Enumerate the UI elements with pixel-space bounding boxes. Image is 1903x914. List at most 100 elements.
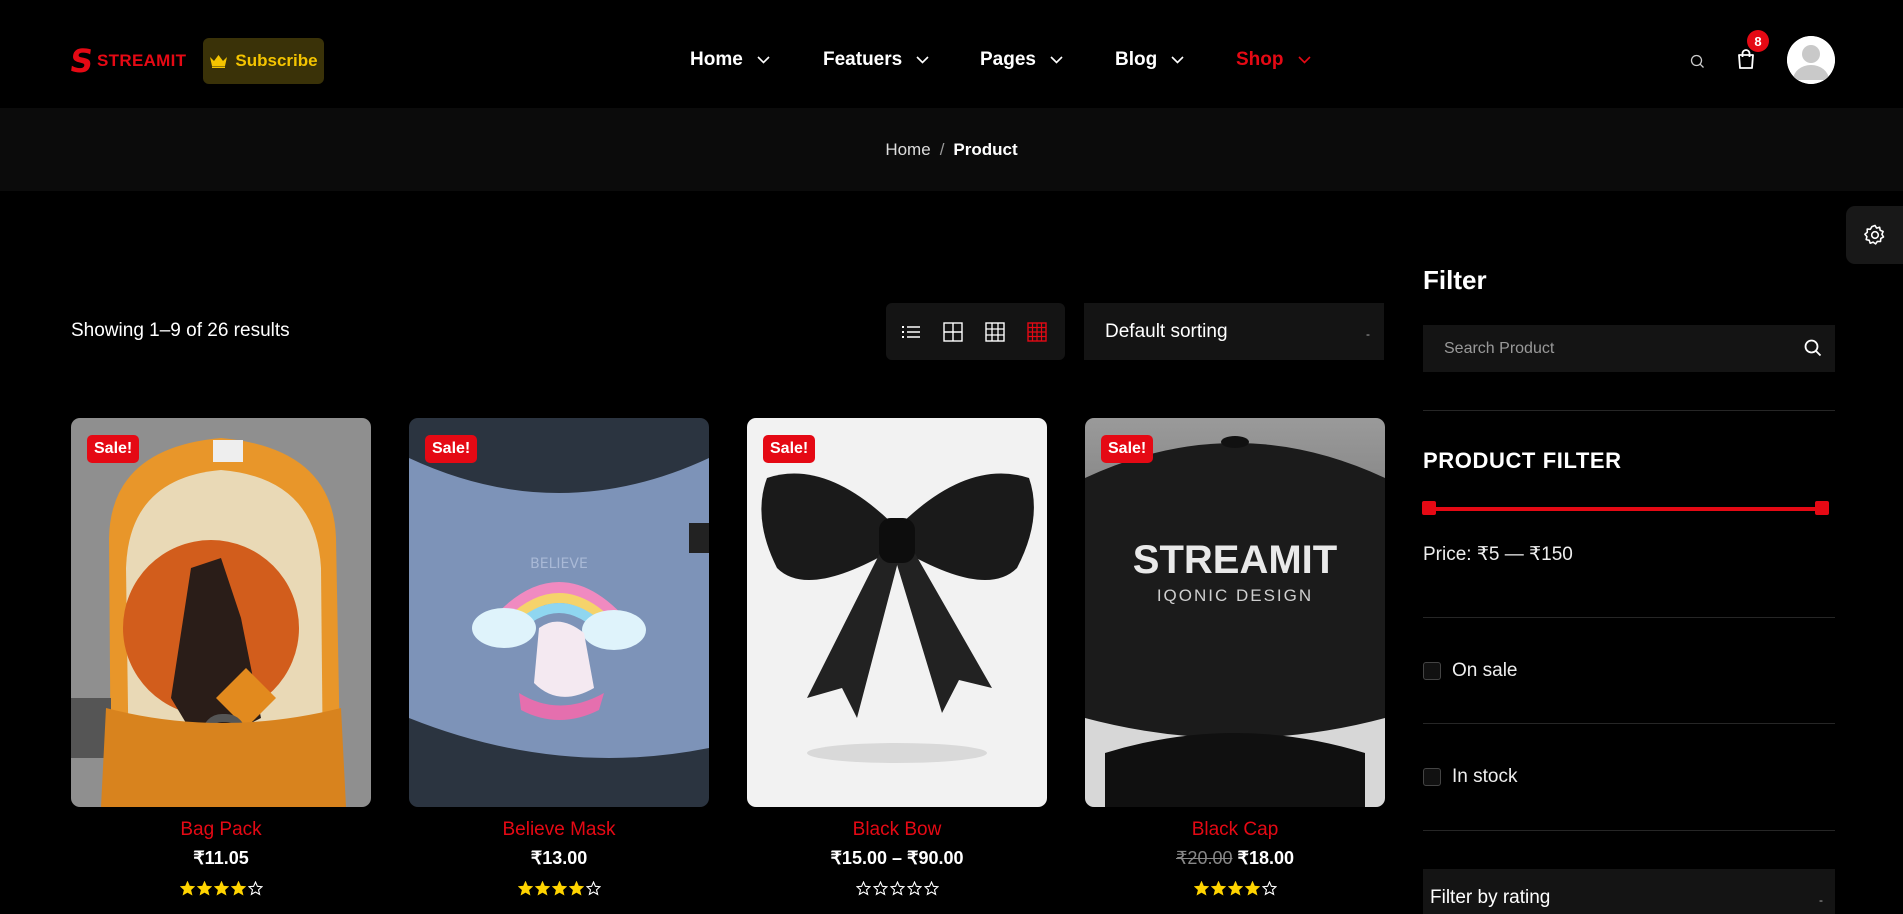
checkbox[interactable]: [1423, 662, 1441, 680]
backpack-image: [71, 418, 371, 807]
star-empty-icon: [889, 881, 905, 896]
product-price: ₹11.05: [71, 848, 371, 869]
on-sale-label: On sale: [1452, 660, 1518, 681]
filter-heading: Filter: [1423, 265, 1487, 295]
nav-label: Blog: [1115, 49, 1158, 70]
sale-badge: Sale!: [1101, 435, 1154, 463]
star-empty-icon: [1261, 881, 1277, 896]
star-filled-icon: [230, 881, 246, 896]
product-name[interactable]: Bag Pack: [71, 819, 371, 841]
product-image[interactable]: Sale!: [71, 418, 371, 807]
price-slider-track[interactable]: [1428, 507, 1824, 511]
current-price: ₹15.00 – ₹90.00: [830, 848, 964, 868]
divider: [1423, 723, 1835, 724]
star-rating: [409, 881, 709, 896]
star-empty-icon: [923, 881, 939, 896]
old-price: ₹20.00: [1175, 848, 1233, 868]
sort-dropdown-value: Default sorting: [1105, 320, 1228, 342]
nav-item-home[interactable]: Home: [690, 49, 771, 71]
star-rating: [71, 881, 371, 896]
chevron-down-icon: [1171, 56, 1184, 64]
chevron-down-icon: [757, 56, 770, 64]
product-name[interactable]: Believe Mask: [409, 819, 709, 841]
star-filled-icon: [196, 881, 212, 896]
star-empty-icon: [585, 881, 601, 896]
nav-item-featuers[interactable]: Featuers: [823, 49, 930, 71]
chevron-down-icon: -: [1366, 327, 1370, 341]
subscribe-label: Subscribe: [235, 51, 318, 70]
product-card[interactable]: Sale! Bag Pack ₹11.05: [71, 418, 371, 896]
star-empty-icon: [247, 881, 263, 896]
results-count: Showing 1–9 of 26 results: [71, 320, 290, 341]
product-price: ₹15.00 – ₹90.00: [747, 848, 1047, 869]
star-empty-icon: [855, 881, 871, 896]
filter-by-rating-dropdown[interactable]: Filter by rating -: [1423, 869, 1835, 914]
cart-count-badge: 8: [1747, 30, 1769, 52]
in-stock-filter[interactable]: In stock: [1423, 766, 1517, 788]
settings-panel-toggle[interactable]: [1846, 206, 1903, 264]
list-view-icon[interactable]: [901, 322, 921, 342]
star-filled-icon: [1227, 881, 1243, 896]
breadcrumb-home-link[interactable]: Home: [885, 140, 930, 160]
cap-image: STREAMIT IQONIC DESIGN: [1085, 418, 1385, 807]
price-slider-max-handle[interactable]: [1815, 501, 1829, 515]
sale-badge: Sale!: [87, 435, 140, 463]
product-card[interactable]: BELIEVE Sale! Believe Mask ₹13.00: [409, 418, 709, 896]
product-name[interactable]: Black Bow: [747, 819, 1047, 841]
mask-image: BELIEVE: [409, 418, 709, 807]
logo-text: STREAMIT: [97, 51, 187, 70]
divider: [1423, 830, 1835, 831]
sort-dropdown[interactable]: Default sorting -: [1084, 303, 1384, 360]
grid-4-view-icon[interactable]: [1027, 322, 1047, 342]
product-image[interactable]: STREAMIT IQONIC DESIGN Sale!: [1085, 418, 1385, 807]
nav-item-blog[interactable]: Blog: [1115, 49, 1185, 71]
rating-dropdown-label: Filter by rating: [1430, 886, 1551, 908]
on-sale-filter[interactable]: On sale: [1423, 660, 1517, 682]
star-filled-icon: [213, 881, 229, 896]
nav-item-pages[interactable]: Pages: [980, 49, 1064, 71]
cap-print-title: STREAMIT: [1133, 538, 1337, 582]
chevron-down-icon: [1050, 56, 1063, 64]
gear-icon: [1863, 224, 1884, 245]
subscribe-button[interactable]: Subscribe: [203, 38, 324, 84]
product-image[interactable]: Sale!: [747, 418, 1047, 807]
star-filled-icon: [517, 881, 533, 896]
current-price: ₹18.00: [1237, 848, 1295, 868]
product-card[interactable]: STREAMIT IQONIC DESIGN Sale! Black Cap ₹…: [1085, 418, 1385, 896]
product-price: ₹13.00: [409, 848, 709, 869]
checkbox[interactable]: [1423, 768, 1441, 786]
view-mode-toggle: [886, 303, 1065, 360]
star-filled-icon: [1244, 881, 1260, 896]
grid-3-view-icon[interactable]: [985, 322, 1005, 342]
divider: [1423, 617, 1835, 618]
product-price: ₹20.00 ₹18.00: [1085, 848, 1385, 869]
grid-2-view-icon[interactable]: [943, 322, 963, 342]
streamit-logo[interactable]: S STREAMIT: [67, 42, 187, 80]
divider: [1423, 410, 1835, 411]
nav-label: Home: [690, 49, 743, 70]
breadcrumb: Home / Product: [0, 108, 1903, 191]
star-filled-icon: [1210, 881, 1226, 896]
search-icon[interactable]: [1690, 54, 1705, 69]
shopping-bag-icon[interactable]: [1736, 48, 1756, 70]
star-rating: [747, 881, 1047, 896]
price-slider-min-handle[interactable]: [1422, 501, 1436, 515]
nav-label: Pages: [980, 49, 1036, 70]
crown-icon: [210, 55, 228, 68]
sale-badge: Sale!: [763, 435, 816, 463]
star-empty-icon: [872, 881, 888, 896]
search-icon[interactable]: [1803, 338, 1823, 358]
current-price: ₹13.00: [530, 848, 588, 868]
product-image[interactable]: BELIEVE Sale!: [409, 418, 709, 807]
product-name[interactable]: Black Cap: [1085, 819, 1385, 841]
user-avatar[interactable]: [1787, 36, 1835, 84]
site-header: S STREAMIT Subscribe Home Featuers Pages…: [0, 0, 1903, 108]
product-search-input[interactable]: Search Product: [1423, 325, 1835, 372]
star-filled-icon: [568, 881, 584, 896]
breadcrumb-current: Product: [953, 139, 1018, 159]
nav-item-shop[interactable]: Shop: [1236, 49, 1312, 71]
star-filled-icon: [551, 881, 567, 896]
chevron-down-icon: [1297, 56, 1311, 64]
bow-image: [747, 418, 1047, 807]
product-card[interactable]: Sale! Black Bow ₹15.00 – ₹90.00: [747, 418, 1047, 896]
